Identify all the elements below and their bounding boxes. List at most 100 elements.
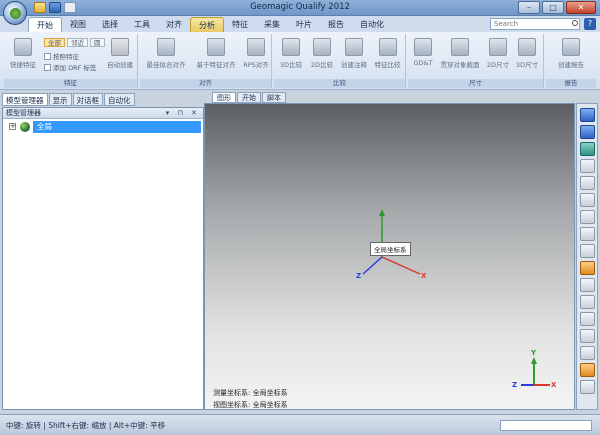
select-rect-icon[interactable] <box>580 227 595 241</box>
create-report-icon <box>562 38 580 56</box>
paint-select-icon[interactable] <box>580 261 595 275</box>
status-text: 中键: 旋转 | Shift+右键: 缩放 | Alt+中键: 平移 <box>6 421 166 430</box>
rps-align-button[interactable]: RPS对齐 <box>242 38 270 69</box>
select-polygon-icon[interactable] <box>580 312 595 326</box>
minimize-button[interactable]: – <box>518 1 540 14</box>
zoom-icon[interactable] <box>580 176 595 190</box>
feature-filter-toggles: 全部 邻近 圆 <box>44 38 105 47</box>
group-label-compare: 比较 <box>274 79 405 88</box>
tab-blade[interactable]: 叶片 <box>288 17 320 32</box>
drf-checkbox[interactable] <box>44 63 51 71</box>
corner-z-label: Z <box>512 381 518 389</box>
panel-header: 模型管理器 ▾ ⊓ ✕ <box>3 108 203 119</box>
window-controls: – □ ✕ <box>518 1 596 14</box>
tab-analysis[interactable]: 分析 <box>190 17 224 32</box>
quick-feature-icon <box>14 38 32 56</box>
status-progress-field <box>500 420 592 431</box>
quick-feature-label: 快捷特征 <box>10 61 36 69</box>
tab-automation[interactable]: 自动化 <box>352 17 392 32</box>
auto-create-button[interactable]: 自动创建 <box>104 38 136 69</box>
select-all-icon[interactable] <box>580 363 595 377</box>
best-fit-align-button[interactable]: 最佳拟合对齐 <box>142 38 190 69</box>
search-icon[interactable] <box>572 20 578 26</box>
center-z-label: Z <box>356 272 362 280</box>
gdt-label: GD&T <box>413 59 433 67</box>
create-annotation-button[interactable]: 创建注释 <box>338 38 370 69</box>
tab-model-manager[interactable]: 模型管理器 <box>2 93 48 106</box>
tab-display[interactable]: 显示 <box>48 93 72 106</box>
gdt-button[interactable]: GD&T <box>410 38 436 67</box>
view-fit-icon[interactable] <box>580 159 595 173</box>
select-visible-icon[interactable] <box>580 346 595 360</box>
tab-feature[interactable]: 特征 <box>224 17 256 32</box>
tab-panel-automation[interactable]: 自动化 <box>104 93 135 106</box>
check-feature-row[interactable]: 按照特征 <box>44 51 79 61</box>
panel-controls[interactable]: ▾ ⊓ ✕ <box>166 108 200 119</box>
panel-title: 模型管理器 <box>6 109 41 117</box>
search-input[interactable] <box>490 18 580 30</box>
model-manager-panel: 模型管理器 ▾ ⊓ ✕ + 全局 <box>2 107 204 410</box>
compare-2d-label: 2D比较 <box>310 61 334 69</box>
feature-align-button[interactable]: 基于特征对齐 <box>192 38 240 69</box>
coordinate-system-label[interactable]: 全局坐标系 <box>370 242 411 256</box>
application-menu-button[interactable] <box>3 1 27 25</box>
tab-view[interactable]: 视图 <box>62 17 94 32</box>
compare-3d-button[interactable]: 3D比较 <box>276 38 306 69</box>
expand-icon[interactable]: + <box>9 123 16 130</box>
select-line-icon[interactable] <box>580 295 595 309</box>
globe-icon <box>20 122 30 132</box>
view-cs-text: 视图坐标系: 全局坐标系 <box>213 401 288 409</box>
center-z-axis <box>362 256 383 275</box>
feature-compare-button[interactable]: 特征比较 <box>371 38 404 69</box>
view-front-icon[interactable] <box>580 125 595 139</box>
drf-label: 添加 DRF 标签 <box>53 64 97 72</box>
view-cube-icon[interactable] <box>580 108 595 122</box>
group-label-feature: 特征 <box>4 79 137 88</box>
toggle-recent[interactable]: 邻近 <box>67 38 88 47</box>
select-lasso-icon[interactable] <box>580 244 595 258</box>
feature-compare-icon <box>378 38 397 56</box>
clear-selection-icon[interactable] <box>580 380 595 394</box>
tab-script[interactable]: 脚本 <box>262 92 286 103</box>
rotate-icon[interactable] <box>580 210 595 224</box>
dim-2d-button[interactable]: 2D尺寸 <box>484 38 512 69</box>
dim-3d-button[interactable]: 3D尺寸 <box>513 38 541 69</box>
group-label-report: 报告 <box>546 79 596 88</box>
tab-align[interactable]: 对齐 <box>158 17 190 32</box>
tab-tools[interactable]: 工具 <box>126 17 158 32</box>
section-button[interactable]: 贯穿对象截面 <box>438 38 482 69</box>
quick-feature-button[interactable]: 快捷特征 <box>8 38 38 69</box>
check-feature-checkbox[interactable] <box>44 52 51 60</box>
tab-start[interactable]: 开始 <box>28 17 62 32</box>
compare-2d-button[interactable]: 2D比较 <box>307 38 337 69</box>
ribbon-tabs-row: 开始 视图 选择 工具 对齐 分析 特征 采集 叶片 报告 自动化 ? <box>0 16 600 32</box>
tab-capture[interactable]: 采集 <box>256 17 288 32</box>
maximize-button[interactable]: □ <box>542 1 564 14</box>
tab-report[interactable]: 报告 <box>320 17 352 32</box>
toggle-all[interactable]: 全部 <box>44 38 65 47</box>
pan-icon[interactable] <box>580 193 595 207</box>
select-ellipse-icon[interactable] <box>580 278 595 292</box>
create-report-button[interactable]: 创建报告 <box>550 38 592 69</box>
tab-dialog[interactable]: 对话框 <box>72 93 103 106</box>
tab-select[interactable]: 选择 <box>94 17 126 32</box>
ribbon-group-dimension: GD&T 贯穿对象截面 2D尺寸 3D尺寸 尺寸 <box>408 34 544 88</box>
drf-label-row[interactable]: 添加 DRF 标签 <box>44 62 96 72</box>
corner-x-label: X <box>551 381 557 389</box>
tab-viewport-start[interactable]: 开始 <box>237 92 261 103</box>
toggle-circle[interactable]: 圆 <box>90 38 105 47</box>
view-top-icon[interactable] <box>580 142 595 156</box>
graphics-viewport[interactable]: 全局坐标系 Z X Y Z X 测量坐标系: 全局坐标系 视图坐标系: 全局坐标… <box>204 103 575 410</box>
ribbon-group-feature: 快捷特征 全部 邻近 圆 按照特征 添加 DRF 标签 自动创建 特征 <box>4 34 138 88</box>
tab-graphics[interactable]: 图形 <box>212 92 236 103</box>
dim-2d-label: 2D尺寸 <box>486 61 510 69</box>
help-icon[interactable]: ? <box>584 18 596 30</box>
tree-item-label[interactable]: 全局 <box>33 121 201 133</box>
close-button[interactable]: ✕ <box>566 1 596 14</box>
rps-align-label: RPS对齐 <box>243 61 269 69</box>
ribbon-group-report: 创建报告 报告 <box>546 34 596 88</box>
select-through-icon[interactable] <box>580 329 595 343</box>
view-toolbar <box>576 103 598 410</box>
tree-item-global[interactable]: + 全局 <box>3 121 203 133</box>
ribbon-tabs: 开始 视图 选择 工具 对齐 分析 特征 采集 叶片 报告 自动化 <box>28 17 392 32</box>
